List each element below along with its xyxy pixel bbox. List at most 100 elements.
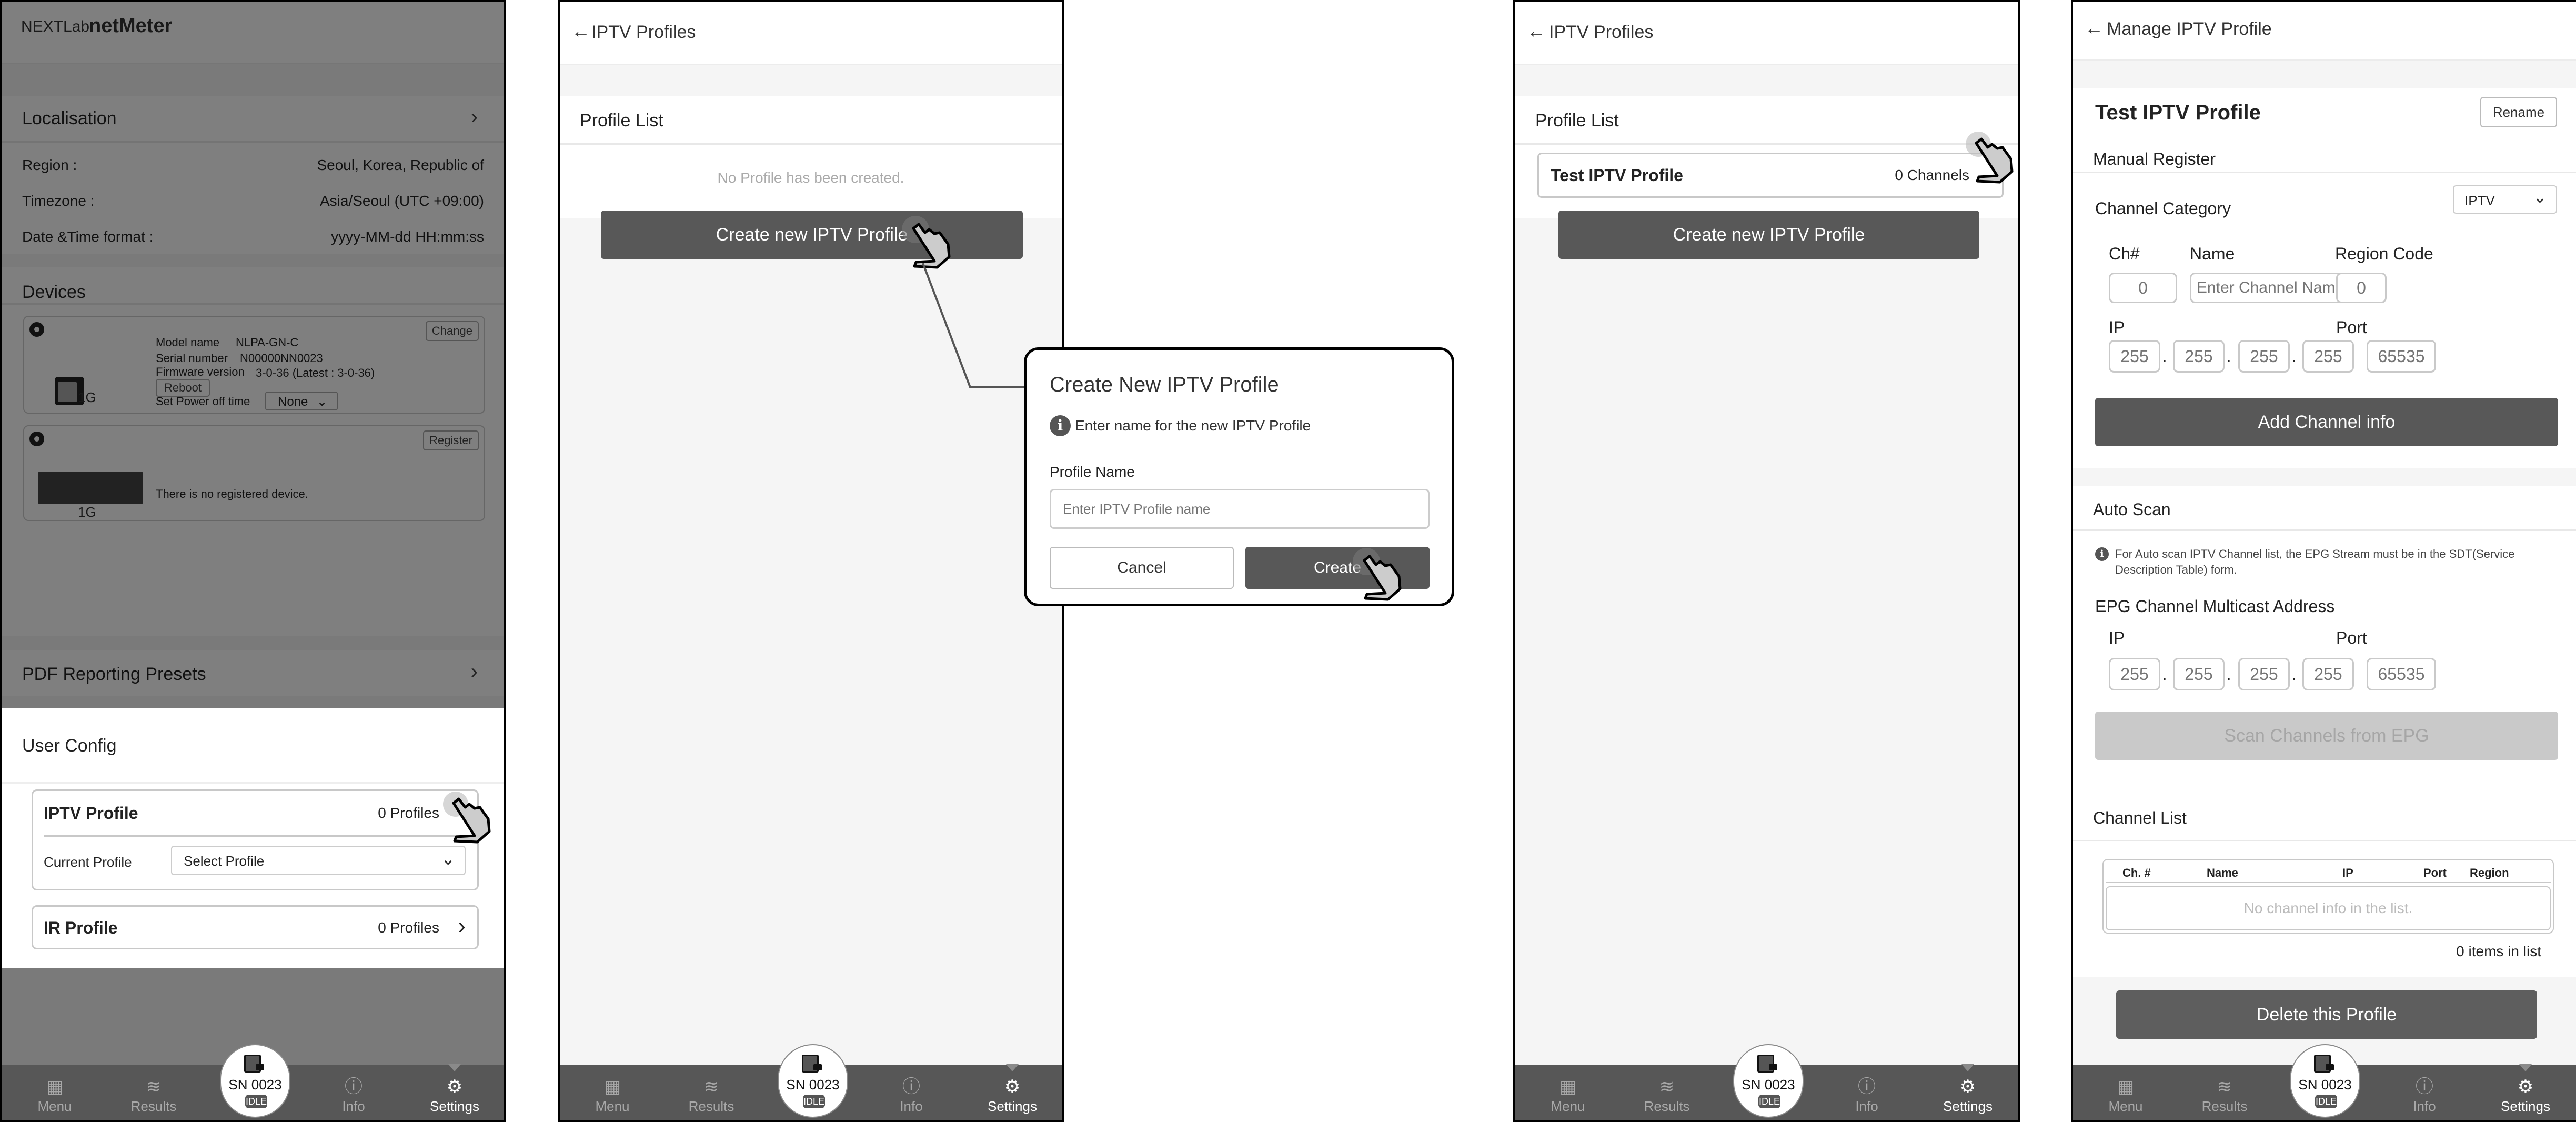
- device-status-button[interactable]: SN 0023 IDLE: [1733, 1044, 1804, 1118]
- table-empty-row: No channel info in the list.: [2106, 886, 2551, 930]
- current-profile-select[interactable]: Select Profile ⌄: [171, 846, 466, 875]
- screen-header: ← Manage IPTV Profile: [2073, 2, 2576, 61]
- nav-info[interactable]: ⓘ Info: [880, 1076, 943, 1115]
- epg-ip-octet-3-input[interactable]: [2238, 658, 2290, 690]
- ip-octet-2-input[interactable]: [2173, 340, 2225, 373]
- nav-menu[interactable]: ▦ Menu: [581, 1076, 644, 1115]
- profile-name: Test IPTV Profile: [1551, 166, 1683, 185]
- nav-settings[interactable]: ⚙ Settings: [981, 1076, 1044, 1115]
- port-input[interactable]: [2367, 340, 2436, 373]
- radio-button[interactable]: [29, 322, 44, 337]
- app-name: netMeter: [89, 15, 173, 37]
- change-button[interactable]: Change: [425, 321, 479, 341]
- device-status-button[interactable]: SN 0023 IDLE: [2290, 1044, 2360, 1118]
- channel-category-value: IPTV: [2464, 193, 2495, 208]
- epg-port-input[interactable]: [2367, 658, 2436, 690]
- profile-name-input[interactable]: [1050, 489, 1430, 529]
- screen-title: Manage IPTV Profile: [2107, 19, 2272, 39]
- nav-menu[interactable]: ▦ Menu: [2094, 1076, 2157, 1115]
- active-tab-indicator: [448, 1064, 461, 1071]
- ip-octet-3-input[interactable]: [2238, 340, 2290, 373]
- nav-menu[interactable]: ▦ Menu: [1536, 1076, 1599, 1115]
- manual-register-title: Manual Register: [2093, 149, 2216, 168]
- device-cube-icon: [1757, 1053, 1777, 1073]
- delete-profile-button[interactable]: Delete this Profile: [2116, 990, 2537, 1039]
- nav-results[interactable]: ≋ Results: [1635, 1076, 1698, 1115]
- create-profile-button[interactable]: Create new IPTV Profile: [1558, 211, 1979, 259]
- profile-list-section: Profile List No Profile has been created…: [560, 96, 1062, 218]
- profile-list-title: Profile List: [580, 111, 663, 131]
- add-channel-button[interactable]: Add Channel info: [2095, 398, 2558, 446]
- ir-profile-row[interactable]: IR Profile 0 Profiles ›: [32, 905, 479, 949]
- create-profile-button[interactable]: Create new IPTV Profile: [601, 211, 1023, 259]
- ir-profile-count: 0 Profiles: [378, 919, 439, 936]
- items-count: 0 items in list: [2456, 943, 2541, 959]
- empty-state-text: No Profile has been created.: [717, 169, 904, 186]
- column-header: Region: [2470, 866, 2509, 879]
- app-header: NEXTLab netMeter: [2, 2, 504, 64]
- scan-channels-button[interactable]: Scan Channels from EPG: [2095, 712, 2558, 760]
- nav-results[interactable]: ≋ Results: [2193, 1076, 2256, 1115]
- device-serial: SN 0023: [1742, 1077, 1795, 1093]
- chevron-down-icon: ⌄: [441, 849, 455, 868]
- nav-results[interactable]: ≋ Results: [122, 1076, 185, 1115]
- nav-info[interactable]: ⓘ Info: [2393, 1076, 2456, 1115]
- ip-octet-4-input[interactable]: [2302, 340, 2354, 373]
- epg-ip-octet-2-input[interactable]: [2173, 658, 2225, 690]
- nav-info[interactable]: ⓘ Info: [322, 1076, 385, 1115]
- profile-list-title: Profile List: [1535, 111, 1619, 131]
- layers-icon: ≋: [2217, 1077, 2232, 1097]
- register-button[interactable]: Register: [423, 430, 479, 450]
- epg-ip-label: IP: [2109, 628, 2125, 647]
- tap-hand-icon: [443, 792, 491, 844]
- datetime-label: Date &Time format :: [22, 228, 154, 245]
- nav-settings[interactable]: ⚙ Settings: [423, 1076, 486, 1115]
- channel-name-input[interactable]: [2190, 273, 2351, 303]
- ch-number-input[interactable]: [2109, 273, 2177, 303]
- nav-info[interactable]: ⓘ Info: [1835, 1076, 1898, 1115]
- epg-ip-octet-4-input[interactable]: [2302, 658, 2354, 690]
- table-header: Ch. # Name IP Port Region: [2104, 860, 2553, 881]
- region-code-input[interactable]: [2336, 273, 2387, 303]
- model-label: Model name: [156, 336, 220, 349]
- cancel-button[interactable]: Cancel: [1050, 547, 1234, 589]
- radio-button[interactable]: [29, 432, 44, 446]
- back-arrow-icon[interactable]: ←: [1527, 20, 1546, 42]
- power-off-select[interactable]: None ⌄: [265, 392, 338, 410]
- nav-results[interactable]: ≋ Results: [680, 1076, 743, 1115]
- tap-hand-icon: [1966, 132, 2014, 184]
- ip-octet-1-input[interactable]: [2109, 340, 2160, 373]
- iptv-profile-label: IPTV Profile: [44, 804, 138, 823]
- profile-name-label: Profile Name: [1050, 464, 1135, 480]
- port-label: Port: [2336, 318, 2367, 337]
- profile-title: Test IPTV Profile: [2095, 101, 2261, 124]
- nav-menu[interactable]: ▦ Menu: [23, 1076, 86, 1115]
- connector-line: [922, 263, 1028, 388]
- iptv-profile-row[interactable]: IPTV Profile 0 Profiles ›: [33, 791, 477, 835]
- device-status-button[interactable]: SN 0023 IDLE: [220, 1044, 290, 1118]
- profile-list-item[interactable]: Test IPTV Profile 0 Channels: [1537, 153, 2004, 198]
- epg-ip-octet-1-input[interactable]: [2109, 658, 2160, 690]
- nav-settings[interactable]: ⚙ Settings: [1936, 1076, 1999, 1115]
- layers-icon: ≋: [146, 1077, 162, 1097]
- reboot-button[interactable]: Reboot: [156, 379, 210, 397]
- current-profile-value: Select Profile: [184, 853, 265, 869]
- manual-register-section: Manual Register Channel Category IPTV ⌄ …: [2073, 127, 2576, 468]
- device-card: Change 1G Model name NLPA-GN-C Serial nu…: [23, 316, 485, 414]
- device-status-button[interactable]: SN 0023 IDLE: [778, 1044, 848, 1118]
- back-arrow-icon[interactable]: ←: [571, 20, 590, 42]
- device-card: Register There is no registered device. …: [23, 425, 485, 521]
- gear-icon: ⚙: [1959, 1077, 1976, 1097]
- localisation-row[interactable]: Localisation ›: [2, 96, 504, 141]
- info-icon: ⓘ: [2416, 1077, 2433, 1097]
- back-arrow-icon[interactable]: ←: [2085, 17, 2104, 39]
- region-label: Region :: [22, 157, 77, 173]
- channel-category-select[interactable]: IPTV ⌄: [2453, 185, 2557, 214]
- rename-button[interactable]: Rename: [2480, 97, 2557, 127]
- device-cube-icon: [802, 1053, 822, 1073]
- pdf-presets-row[interactable]: PDF Reporting Presets ›: [2, 650, 504, 696]
- device-speed: 1G: [78, 504, 96, 520]
- power-off-value: None: [278, 395, 308, 409]
- nav-settings[interactable]: ⚙ Settings: [2494, 1076, 2557, 1115]
- chevron-down-icon: ⌄: [2533, 189, 2547, 206]
